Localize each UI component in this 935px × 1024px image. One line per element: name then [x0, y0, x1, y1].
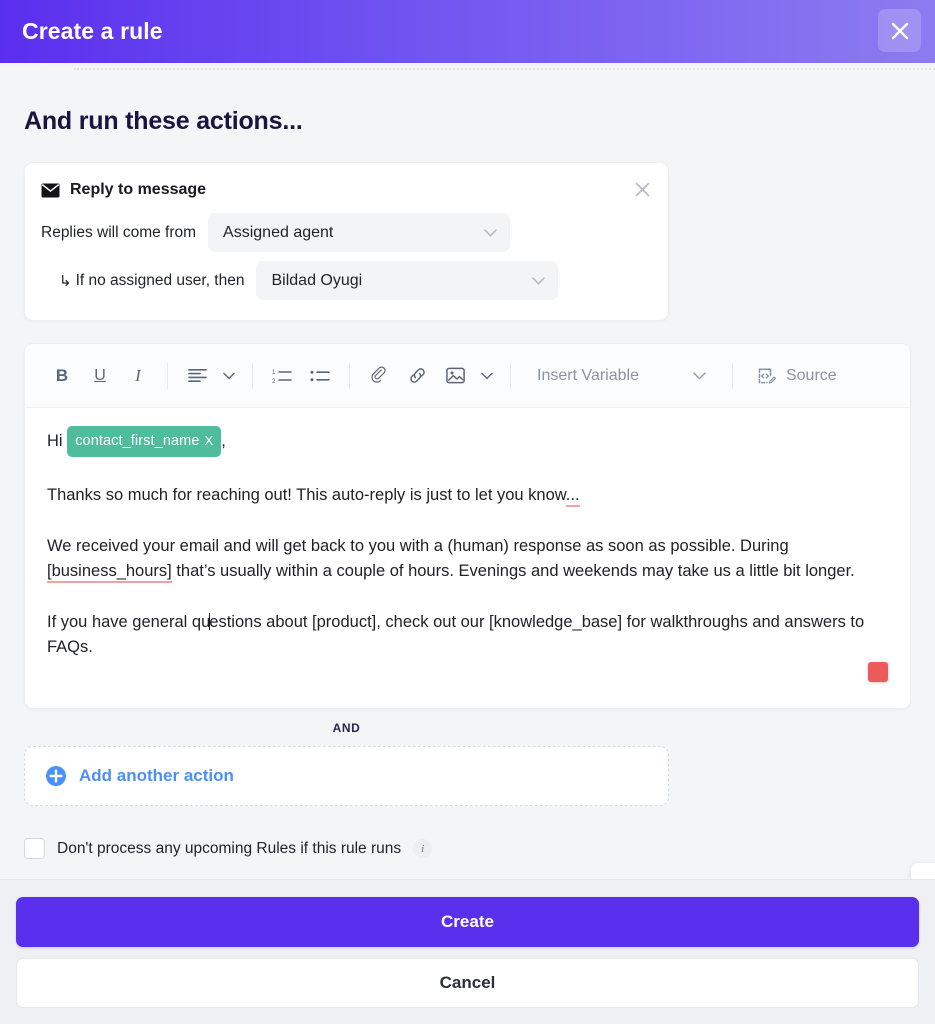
image-dropdown-button[interactable]: [474, 357, 500, 395]
toolbar-divider: [731, 362, 733, 389]
branch-arrow-icon: ↳: [59, 272, 72, 290]
paragraph-1-text: Thanks so much for reaching out! This au…: [47, 486, 566, 504]
skip-upcoming-rules-checkbox[interactable]: [24, 838, 45, 859]
info-icon[interactable]: i: [413, 839, 433, 858]
side-tab-widget[interactable]: [911, 863, 935, 879]
insert-variable-dropdown[interactable]: Insert Variable: [527, 367, 706, 385]
scrolled-divider: [74, 68, 935, 70]
and-divider-label: AND: [332, 721, 361, 735]
paragraph-3-text-a: If you have general qu: [47, 613, 211, 631]
editor-paragraph-greeting: Hi contact_first_name X,: [47, 426, 880, 457]
plus-circle-icon: [46, 766, 66, 786]
close-button[interactable]: [878, 9, 921, 52]
create-button[interactable]: Create: [16, 897, 919, 947]
attach-button[interactable]: [360, 357, 398, 395]
chevron-down-icon: [532, 276, 546, 285]
insert-variable-label: Insert Variable: [537, 366, 639, 384]
source-button[interactable]: Source: [757, 366, 837, 386]
variable-chip-contact-first-name[interactable]: contact_first_name X: [67, 426, 222, 457]
field-label-replies-from: Replies will come from: [41, 223, 197, 241]
editor-paragraph-2: We received your email and will get back…: [47, 534, 880, 584]
rich-text-editor: B U I 1 2 Insert Variable Source Hi cont…: [24, 343, 911, 709]
toolbar-divider: [252, 362, 253, 389]
field-fallback-user: ↳ If no assigned user, then Bildad Oyugi: [41, 261, 648, 300]
greeting-suffix: ,: [221, 432, 226, 450]
close-icon: [635, 182, 649, 196]
chevron-down-icon: [481, 372, 493, 379]
action-card-title: Reply to message: [70, 181, 207, 198]
add-another-action-label: Add another action: [79, 766, 234, 785]
page-title: Create a rule: [22, 18, 163, 44]
close-icon: [891, 22, 908, 39]
paragraph-2-misspelling: [business_hours]: [47, 562, 172, 583]
numbered-list-icon: 1 2: [272, 370, 292, 384]
bullet-list-button[interactable]: [301, 357, 339, 395]
underline-button[interactable]: U: [81, 357, 119, 395]
create-rule-modal: Create a rule And run these actions... R…: [0, 0, 935, 1024]
record-stop-icon[interactable]: [868, 662, 888, 682]
paragraph-1-misspelling: ...: [565, 486, 580, 507]
align-button[interactable]: [178, 357, 216, 395]
action-card-reply-to-message: Reply to message Replies will come from …: [24, 162, 669, 321]
paragraph-2-text-a: We received your email and will get back…: [47, 537, 789, 555]
skip-upcoming-rules-label: Don't process any upcoming Rules if this…: [57, 839, 402, 857]
italic-icon: I: [135, 365, 141, 385]
section-title: And run these actions...: [24, 107, 303, 135]
toolbar-divider: [167, 362, 168, 389]
variable-chip-label: contact_first_name: [75, 433, 200, 449]
paragraph-2-text-b: that’s usually within a couple of hours.…: [171, 562, 855, 580]
toolbar-divider: [349, 362, 350, 389]
field-label-fallback-user: If no assigned user, then: [75, 271, 245, 289]
variable-chip-remove-icon[interactable]: X: [205, 433, 214, 448]
bullet-list-icon: [310, 370, 330, 381]
add-another-action-button[interactable]: Add another action: [24, 746, 669, 806]
source-code-icon: [758, 367, 776, 384]
link-button[interactable]: [398, 357, 436, 395]
image-button[interactable]: [436, 357, 474, 395]
italic-button[interactable]: I: [119, 357, 157, 395]
link-icon: [409, 368, 425, 383]
numbered-list-button[interactable]: 1 2: [263, 357, 301, 395]
chevron-down-icon: [693, 371, 706, 380]
field-replies-from: Replies will come from Assigned agent: [41, 213, 648, 252]
editor-paragraph-3: If you have general questions about [pro…: [47, 610, 880, 660]
bold-button[interactable]: B: [43, 357, 81, 395]
envelope-icon: [41, 183, 60, 197]
select-replies-from[interactable]: Assigned agent: [208, 213, 511, 252]
modal-footer: Create Cancel: [0, 879, 935, 1024]
select-fallback-user[interactable]: Bildad Oyugi: [256, 261, 559, 300]
paperclip-icon: [371, 366, 386, 383]
editor-content[interactable]: Hi contact_first_name X, Thanks so much f…: [25, 408, 910, 708]
cancel-button[interactable]: Cancel: [16, 958, 919, 1008]
chevron-down-icon: [484, 228, 497, 237]
bold-icon: B: [55, 365, 69, 385]
greeting-prefix: Hi: [47, 432, 63, 450]
chevron-down-icon: [223, 372, 235, 379]
image-icon: [445, 367, 465, 384]
editor-toolbar: B U I 1 2 Insert Variable Source: [25, 344, 910, 408]
source-label: Source: [785, 366, 837, 384]
select-replies-from-value: Assigned agent: [223, 223, 334, 241]
editor-paragraph-1: Thanks so much for reaching out! This au…: [47, 483, 880, 508]
svg-text:2: 2: [272, 379, 276, 384]
align-left-icon: [187, 369, 207, 382]
underline-icon: U: [94, 366, 106, 384]
skip-upcoming-rules-row: Don't process any upcoming Rules if this…: [24, 838, 935, 859]
remove-action-button[interactable]: [630, 177, 654, 201]
select-fallback-user-value: Bildad Oyugi: [271, 271, 363, 289]
action-card-header: Reply to message: [41, 181, 648, 199]
modal-body: And run these actions... Reply to messag…: [0, 63, 935, 879]
svg-text:1: 1: [272, 370, 276, 376]
toolbar-divider: [510, 362, 511, 389]
modal-header: Create a rule: [0, 0, 935, 63]
align-dropdown-button[interactable]: [216, 357, 242, 395]
